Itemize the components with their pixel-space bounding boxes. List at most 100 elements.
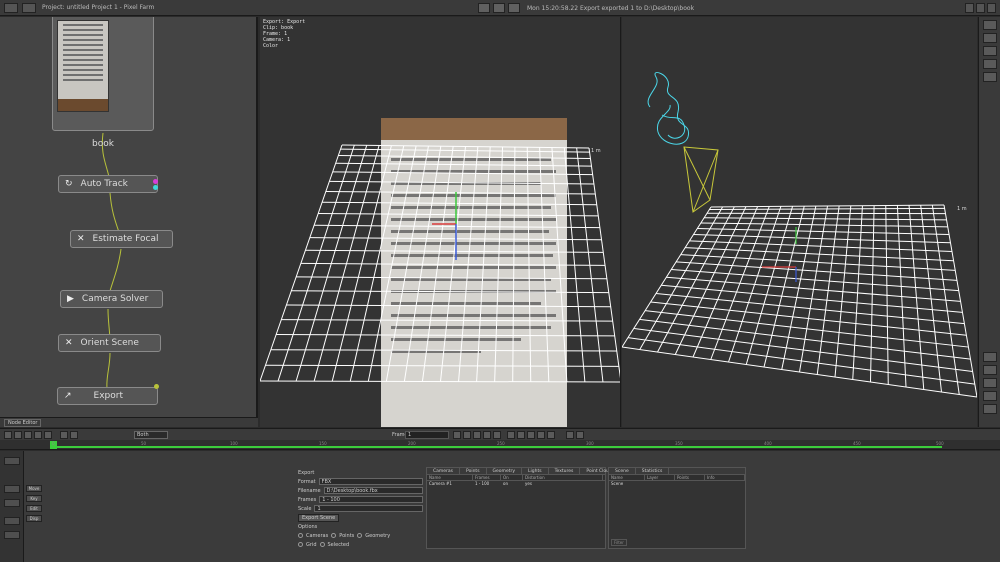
key-icon[interactable] (517, 431, 525, 439)
option-checkbox[interactable] (298, 533, 303, 538)
filename-field[interactable]: D:\Desktop\book.fbx (323, 487, 423, 494)
timeline-range[interactable] (52, 446, 942, 448)
menu-button[interactable] (4, 3, 18, 13)
info-icon[interactable] (508, 3, 520, 13)
node-graph[interactable]: book ↻ Auto Track ✕ Estimate Focal ▶ Cam… (0, 17, 258, 417)
output-port-icon[interactable] (154, 384, 159, 389)
column-header[interactable]: Points (675, 475, 705, 480)
key-icon[interactable] (527, 431, 535, 439)
rewind-icon[interactable] (453, 431, 461, 439)
scale-field[interactable]: 1 (314, 505, 423, 512)
view-icon[interactable] (982, 72, 997, 82)
orbit-icon[interactable] (982, 378, 997, 388)
setup-button[interactable] (3, 457, 20, 465)
view-icon[interactable] (982, 59, 997, 69)
timeline-tick: 0 (52, 441, 55, 446)
edit-button[interactable]: Edit (26, 505, 42, 512)
tab-statistics[interactable]: Statistics (636, 468, 670, 474)
stop-icon[interactable] (493, 3, 505, 13)
tab-points[interactable]: Points (460, 468, 487, 474)
node-export[interactable]: ↗ Export (57, 387, 158, 405)
tool-button[interactable] (3, 531, 20, 539)
key-icon[interactable] (547, 431, 555, 439)
option-checkbox[interactable] (319, 542, 325, 547)
option-label: Points (339, 532, 355, 539)
loop-icon[interactable] (60, 431, 68, 439)
column-header[interactable]: Distortion (523, 475, 603, 480)
column-header[interactable]: Info (705, 475, 745, 480)
export-button-strip[interactable] (3, 499, 20, 507)
filter-button[interactable]: Filter (611, 539, 627, 546)
tree-row[interactable]: Scene (609, 481, 745, 487)
play-icon[interactable] (478, 3, 490, 13)
option-checkbox[interactable] (298, 542, 303, 547)
play-icon[interactable] (473, 431, 481, 439)
column-header[interactable]: Name (609, 475, 645, 480)
node-orient-scene[interactable]: ✕ Orient Scene (58, 334, 161, 352)
transport-bar: Both Frame 1 (0, 428, 1000, 440)
node-export-label: Export (93, 391, 124, 401)
timeline-tick: 250 (497, 441, 505, 446)
forward-icon[interactable] (493, 431, 501, 439)
key-icon[interactable] (507, 431, 515, 439)
scene-button[interactable] (3, 485, 20, 493)
snap-icon[interactable] (566, 431, 574, 439)
format-select[interactable]: FBX (318, 478, 423, 485)
key-icon[interactable] (537, 431, 545, 439)
layout-button[interactable] (22, 3, 36, 13)
node-camera-solver[interactable]: ▶ Camera Solver (60, 290, 163, 308)
output-port-icon[interactable] (153, 185, 158, 190)
table-row[interactable]: Camera #1 1 - 100 on yes (427, 481, 605, 487)
node-auto-track[interactable]: ↻ Auto Track (58, 175, 158, 193)
tab-geometry[interactable]: Geometry (487, 468, 522, 474)
frame-input[interactable]: 1 (405, 431, 449, 439)
node-book[interactable] (52, 17, 154, 131)
step-icon[interactable] (70, 431, 78, 439)
output-port-icon[interactable] (153, 179, 158, 184)
settings-icon[interactable] (982, 404, 997, 414)
option-checkbox[interactable] (331, 533, 337, 538)
view-icon[interactable] (982, 20, 997, 30)
fit-icon[interactable] (982, 391, 997, 401)
display-button[interactable]: Disp (26, 515, 42, 522)
export-scene-button[interactable]: Export Scene (298, 513, 340, 522)
column-header[interactable]: Layer (645, 475, 675, 480)
key-button[interactable]: Key (26, 495, 42, 502)
play-icon[interactable] (24, 431, 32, 439)
channel-select[interactable]: Both (134, 431, 168, 439)
window-title: Project: untitled Project 1 - Pixel Farm (42, 4, 155, 11)
viewer-camera[interactable]: 1 m Export: Export Clip: book Frame: 1 C… (260, 17, 621, 427)
close-icon[interactable] (987, 3, 996, 13)
timeline[interactable]: 0 50 100 150 200 250 300 350 400 450 500 (0, 440, 1000, 450)
view-icon[interactable] (982, 33, 997, 43)
prev-frame-icon[interactable] (14, 431, 22, 439)
tab-textures[interactable]: Textures (549, 468, 581, 474)
zoom-icon[interactable] (982, 352, 997, 362)
column-header[interactable]: On (501, 475, 523, 480)
maximize-icon[interactable] (976, 3, 985, 13)
node-editor-tab[interactable]: Node Editor (4, 419, 42, 427)
frames-field[interactable]: 1 - 100 (319, 496, 423, 503)
tab-cameras[interactable]: Cameras (427, 468, 461, 474)
tab-lights[interactable]: Lights (522, 468, 549, 474)
table-cell: on (503, 481, 508, 486)
pan-icon[interactable] (982, 365, 997, 375)
column-header[interactable]: Name (427, 475, 473, 480)
option-checkbox[interactable] (357, 533, 363, 538)
snap-icon[interactable] (576, 431, 584, 439)
first-frame-icon[interactable] (4, 431, 12, 439)
column-header[interactable]: Frames (473, 475, 501, 480)
next-frame-icon[interactable] (34, 431, 42, 439)
node-estimate-focal[interactable]: ✕ Estimate Focal (70, 230, 173, 248)
step-forward-icon[interactable] (483, 431, 491, 439)
view-icon[interactable] (982, 46, 997, 56)
camera-path (647, 72, 797, 282)
minimize-icon[interactable] (965, 3, 974, 13)
viewer-perspective[interactable]: 1 m (622, 17, 977, 427)
step-back-icon[interactable] (463, 431, 471, 439)
option-label: Grid (306, 541, 317, 548)
tab-scene[interactable]: Scene (609, 468, 636, 474)
move-button[interactable]: Move (26, 485, 42, 492)
last-frame-icon[interactable] (44, 431, 52, 439)
tool-button[interactable] (3, 517, 20, 525)
